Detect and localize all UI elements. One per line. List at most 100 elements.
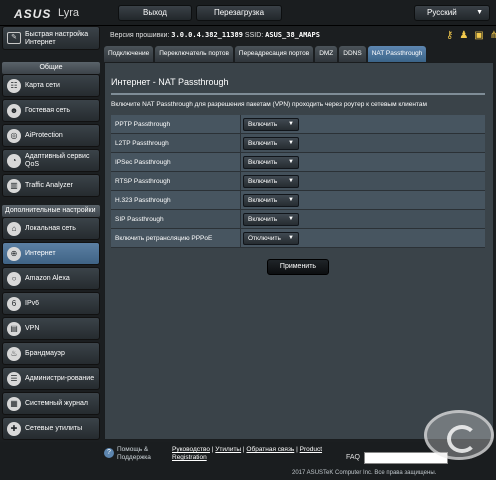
row-label: SIP Passthrough <box>111 210 241 229</box>
sip-passthrough-select[interactable]: Включить ▼ <box>243 213 299 226</box>
row-label: Включить ретрансляцию PPPoE <box>111 229 241 248</box>
chevron-down-icon: ▼ <box>288 216 294 222</box>
sidebar-item-lan[interactable]: ⌂ Локальная сеть <box>2 217 100 240</box>
sidebar-item-label: Администри-рование <box>25 374 95 382</box>
lan-icon: ⌂ <box>7 221 21 236</box>
help-label: Помощь & Поддержка <box>117 446 151 461</box>
sidebar-item-label: Traffic Analyzer <box>25 181 73 189</box>
select-value: Отключить <box>248 235 281 242</box>
sidebar-item-administration[interactable]: ☰ Администри-рование <box>2 367 100 390</box>
notification-icon[interactable]: ♟ <box>459 29 468 43</box>
network-map-icon: ☷ <box>7 78 21 93</box>
h323-passthrough-select[interactable]: Включить ▼ <box>243 194 299 207</box>
firmware-label: Версия прошивки: <box>110 32 170 39</box>
status-icons: ⚷ ♟ ▣ ⋔ <box>446 29 496 43</box>
table-row: SIP Passthrough Включить ▼ <box>111 210 485 229</box>
select-value: Включить <box>248 216 278 223</box>
model-name: Lyra <box>58 7 79 19</box>
pppoe-relay-select[interactable]: Отключить ▼ <box>243 232 299 245</box>
utilities-link[interactable]: Утилиты <box>215 446 241 453</box>
sidebar-item-firewall[interactable]: ♨ Брандмауэр <box>2 342 100 365</box>
footer: ? Помощь & Поддержка Руководство | Утили… <box>0 442 496 480</box>
rtsp-passthrough-select[interactable]: Включить ▼ <box>243 175 299 188</box>
sidebar-item-amazon-alexa[interactable]: ○ Amazon Alexa <box>2 267 100 290</box>
tab-dmz[interactable]: DMZ <box>315 46 338 62</box>
apply-button[interactable]: Применить <box>267 259 329 275</box>
l2tp-passthrough-select[interactable]: Включить ▼ <box>243 137 299 150</box>
row-label: H.323 Passthrough <box>111 191 241 210</box>
tab-port-trigger[interactable]: Переключатель портов <box>155 46 233 62</box>
qos-icon: ◔ <box>7 153 21 168</box>
select-value: Включить <box>248 197 278 204</box>
page-title: Интернет - NAT Passthrough <box>111 77 229 87</box>
manual-link[interactable]: Руководство <box>172 446 210 453</box>
firmware-info-row: Версия прошивки: 3.0.0.4.382_11389 SSID:… <box>104 28 496 44</box>
select-value: Включить <box>248 140 278 147</box>
globe-icon: ⊕ <box>7 246 21 261</box>
system-log-icon: ▦ <box>7 396 21 411</box>
general-section-title: Общие <box>2 62 100 74</box>
sidebar-item-aiprotection[interactable]: ◎ AiProtection <box>2 124 100 147</box>
sidebar-item-vpn[interactable]: ▤ VPN <box>2 317 100 340</box>
help-icon: ? <box>104 448 114 458</box>
sidebar-item-traffic-analyzer[interactable]: ▥ Traffic Analyzer <box>2 174 100 197</box>
select-value: Включить <box>248 159 278 166</box>
feedback-link[interactable]: Обратная связь <box>246 446 294 453</box>
app-icon[interactable]: ▣ <box>474 29 483 43</box>
sidebar-item-label: Гостевая сеть <box>25 106 71 114</box>
asus-logo: ASUS <box>14 7 52 21</box>
sidebar-item-label: Локальная сеть <box>25 224 76 232</box>
advanced-section-title: Дополнительные настройки <box>2 205 100 217</box>
copyright: 2017 ASUSTeK Computer Inc. Все права защ… <box>292 470 437 476</box>
sidebar-item-label: Сетевые утилиты <box>25 424 83 432</box>
sidebar-item-guest-network[interactable]: ☻ Гостевая сеть <box>2 99 100 122</box>
sidebar-item-label: AiProtection <box>25 131 63 139</box>
divider <box>111 93 485 95</box>
sidebar-item-label: IPv6 <box>25 299 40 307</box>
quick-setup-button[interactable]: ✎ Быстрая настройка Интернет <box>2 26 100 50</box>
sidebar-item-internet[interactable]: ⊕ Интернет <box>2 242 100 265</box>
chevron-down-icon: ▼ <box>288 121 294 127</box>
share-icon[interactable]: ⋔ <box>490 29 496 43</box>
quick-setup-label: Быстрая настройка Интернет <box>25 31 89 46</box>
ipsec-passthrough-select[interactable]: Включить ▼ <box>243 156 299 169</box>
tab-port-forwarding[interactable]: Переадресация портов <box>234 46 314 62</box>
sidebar-item-label: VPN <box>25 324 40 332</box>
tab-nat-passthrough[interactable]: NAT Passthrough <box>367 46 427 62</box>
aiprotection-icon: ◎ <box>7 128 21 143</box>
language-select[interactable]: Русский ▼ <box>414 5 490 21</box>
sidebar-item-system-log[interactable]: ▦ Системный журнал <box>2 392 100 415</box>
chevron-down-icon: ▼ <box>288 159 294 165</box>
table-row: H.323 Passthrough Включить ▼ <box>111 191 485 210</box>
table-row: RTSP Passthrough Включить ▼ <box>111 172 485 191</box>
sidebar-item-network-tools[interactable]: ✚ Сетевые утилиты <box>2 417 100 440</box>
table-row: Включить ретрансляцию PPPoE Отключить ▼ <box>111 229 485 248</box>
logout-button[interactable]: Выход <box>118 5 192 21</box>
language-value: Русский <box>427 8 457 17</box>
reboot-button[interactable]: Перезагрузка <box>196 5 282 21</box>
table-row: PPTP Passthrough Включить ▼ <box>111 115 485 134</box>
sidebar-item-qos[interactable]: ◔ Адаптивный сервис QoS <box>2 149 100 172</box>
faq-label: FAQ <box>346 454 361 461</box>
ssid-label: SSID: <box>244 32 264 39</box>
sidebar-item-label: Карта сети <box>25 81 60 89</box>
select-value: Включить <box>248 178 278 185</box>
top-bar: ASUS Lyra Выход Перезагрузка Русский ▼ <box>0 0 496 26</box>
row-label: IPSec Passthrough <box>111 153 241 172</box>
usb-icon[interactable]: ⚷ <box>446 29 453 43</box>
footer-links: Руководство | Утилиты | Обратная связь |… <box>172 446 323 461</box>
sidebar-item-network-map[interactable]: ☷ Карта сети <box>2 74 100 97</box>
sidebar-item-label: Адаптивный сервис QoS <box>25 152 90 168</box>
sidebar-item-ipv6[interactable]: 6 IPv6 <box>2 292 100 315</box>
tab-connection[interactable]: Подключение <box>104 46 154 62</box>
sidebar: ✎ Быстрая настройка Интернет Общие ☷ Кар… <box>2 26 100 440</box>
administration-icon: ☰ <box>7 371 21 386</box>
table-row: L2TP Passthrough Включить ▼ <box>111 134 485 153</box>
firmware-info: Версия прошивки: 3.0.0.4.382_11389 SSID:… <box>110 31 320 39</box>
pptp-passthrough-select[interactable]: Включить ▼ <box>243 118 299 131</box>
chevron-down-icon: ▼ <box>476 9 483 16</box>
tab-ddns[interactable]: DDNS <box>339 46 366 62</box>
firewall-icon: ♨ <box>7 346 21 361</box>
row-label: PPTP Passthrough <box>111 115 241 134</box>
chevron-down-icon: ▼ <box>288 235 294 241</box>
